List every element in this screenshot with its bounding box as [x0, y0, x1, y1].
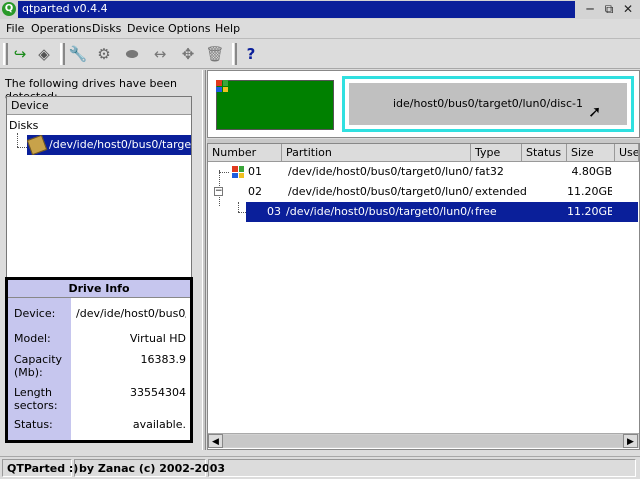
- title-bar[interactable]: Q qtparted v0.4.4 ─ ⧉ ✕: [0, 0, 640, 19]
- left-panel: The following drives have been detected:…: [0, 70, 200, 450]
- drive-info-label: Status:: [14, 418, 53, 431]
- partition-type: extended: [475, 185, 527, 198]
- partition-path: /dev/ide/host0/bus0/target0/lun0/disc1: [288, 165, 473, 178]
- status-credits: by Zanac (c) 2002-2003: [74, 459, 225, 477]
- tree-item-device[interactable]: /dev/ide/host0/bus0/target0/lun0/disc: [27, 135, 191, 155]
- partition-row-selected[interactable]: 03 /dev/ide/host0/bus0/target0/lun0/disc…: [208, 202, 639, 222]
- device-path-label: /dev/ide/host0/bus0/target0/lun0/disc: [49, 138, 191, 151]
- windows-flag-icon: [216, 80, 228, 92]
- disk-map: ide/host0/bus0/target0/lun0/disc-1 ➚: [207, 70, 640, 138]
- status-app-name: QTParted :): [2, 459, 78, 477]
- hard-disk-icon: [27, 135, 48, 155]
- move-icon[interactable]: ✥: [178, 44, 198, 64]
- toolbar-grip[interactable]: [60, 43, 65, 65]
- menu-file[interactable]: File: [6, 22, 24, 35]
- free-space-label: ide/host0/bus0/target0/lun0/disc-1: [349, 83, 627, 125]
- drive-info-panel: Drive Info Device: /dev/ide/host0/bus0/t…: [5, 277, 193, 443]
- drive-info-value: available.: [132, 418, 186, 431]
- partition-path: /dev/ide/host0/bus0/target0/lun0/disc2: [288, 185, 473, 198]
- drive-info-value: /dev/ide/host0/bus0/target0/lun0/disc: [76, 307, 186, 320]
- whats-this-icon[interactable]: ?: [241, 44, 261, 64]
- format-icon[interactable]: ⚙: [94, 44, 114, 64]
- partition-type: free: [475, 205, 497, 218]
- maximize-icon[interactable]: ⧉: [601, 2, 617, 17]
- windows-flag-icon: [232, 166, 244, 178]
- menu-bar: File Operations Disks Device Options Hel…: [0, 19, 640, 39]
- menu-disks[interactable]: Disks: [92, 22, 121, 35]
- menu-help[interactable]: Help: [215, 22, 240, 35]
- menu-options[interactable]: Options: [168, 22, 210, 35]
- column-header-status[interactable]: Status: [522, 144, 567, 162]
- drive-info-label: Length sectors:: [14, 386, 58, 412]
- partition-row[interactable]: 02 /dev/ide/host0/bus0/target0/lun0/disc…: [208, 182, 639, 202]
- partition-type: fat32: [475, 165, 504, 178]
- commit-icon[interactable]: ◈: [34, 44, 54, 64]
- partition-size: 4.80GB: [571, 165, 612, 178]
- vertical-splitter[interactable]: [202, 70, 206, 450]
- tree-connector: [17, 147, 27, 148]
- partition-number: 03: [267, 205, 281, 218]
- delete-icon[interactable]: 🗑: [205, 44, 225, 64]
- partition-size: 11.20GB: [567, 205, 612, 218]
- drive-info-title: Drive Info: [8, 280, 190, 298]
- resize-icon[interactable]: ↔: [150, 44, 170, 64]
- toolbar-grip[interactable]: [3, 43, 8, 65]
- column-header-size[interactable]: Size: [567, 144, 615, 162]
- partition-block-fat32[interactable]: [216, 80, 334, 130]
- minimize-icon[interactable]: ─: [582, 2, 598, 17]
- close-icon[interactable]: ✕: [620, 2, 636, 17]
- partition-number: 01: [248, 165, 262, 178]
- partition-path: /dev/ide/host0/bus0/target0/lun0/disc-1: [286, 205, 473, 218]
- properties-icon[interactable]: 🔧: [68, 44, 88, 64]
- drive-info-label: Device:: [14, 307, 56, 320]
- erase-icon[interactable]: ⬬: [122, 44, 142, 64]
- menu-operations[interactable]: Operations: [31, 22, 91, 35]
- mouse-cursor-icon: ➚: [588, 102, 602, 121]
- partition-table: Number Partition Type Status Size Use − …: [207, 143, 640, 450]
- toolbar-grip[interactable]: [232, 43, 237, 65]
- drive-info-value: 16383.9: [140, 353, 187, 366]
- partition-number: 02: [248, 185, 262, 198]
- scroll-left-icon[interactable]: ◀: [208, 434, 223, 448]
- tree-item-disks[interactable]: Disks: [9, 119, 38, 132]
- table-horizontal-scrollbar[interactable]: ◀ ▶: [208, 433, 639, 448]
- column-header-use[interactable]: Use: [615, 144, 639, 162]
- status-bar: QTParted :) by Zanac (c) 2002-2003: [0, 456, 640, 479]
- drive-info-value: 33554304: [130, 386, 186, 399]
- status-message: [208, 459, 636, 477]
- partition-row[interactable]: 01 /dev/ide/host0/bus0/target0/lun0/disc…: [208, 162, 639, 182]
- tree-connector: [17, 133, 18, 147]
- column-header-number[interactable]: Number: [208, 144, 282, 162]
- undo-icon[interactable]: ↪: [10, 44, 30, 64]
- tree-header-device[interactable]: Device: [7, 97, 191, 115]
- scroll-right-icon[interactable]: ▶: [623, 434, 638, 448]
- scrollbar-track[interactable]: [223, 435, 623, 447]
- partition-table-header: Number Partition Type Status Size Use: [208, 144, 639, 162]
- app-logo-icon[interactable]: Q: [2, 2, 16, 16]
- menu-device[interactable]: Device: [127, 22, 165, 35]
- toolbar: ↪ ◈ 🔧 ⚙ ⬬ ↔ ✥ 🗑 ?: [0, 39, 640, 69]
- drive-info-label: Capacity (Mb):: [14, 353, 63, 379]
- column-header-type[interactable]: Type: [471, 144, 522, 162]
- drive-info-value: Virtual HD: [129, 332, 186, 345]
- drive-info-label: Model:: [14, 332, 51, 345]
- column-header-partition[interactable]: Partition: [282, 144, 471, 162]
- window-title: qtparted v0.4.4: [22, 2, 108, 15]
- partition-size: 11.20GB: [567, 185, 612, 198]
